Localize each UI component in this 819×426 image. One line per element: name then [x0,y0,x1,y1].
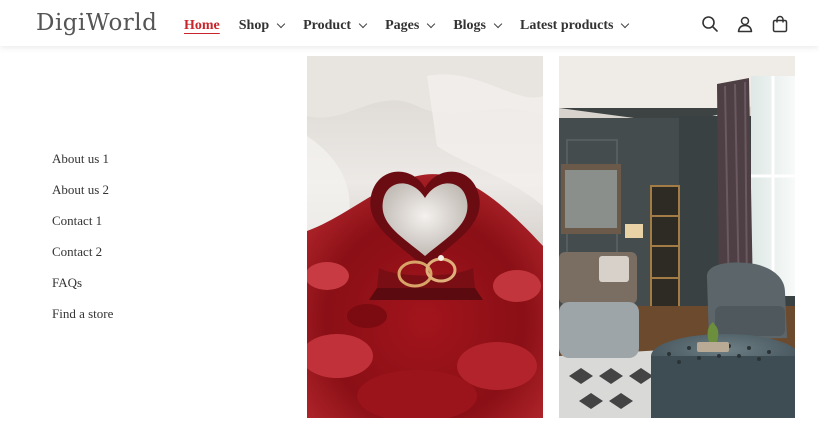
nav-label: Shop [238,18,270,33]
link-contact-2[interactable]: Contact 2 [52,243,113,274]
footer-links-menu: About us 1 About us 2 Contact 1 Contact … [52,150,113,336]
nav-pages[interactable]: Pages [385,16,436,36]
nav-label: Product [303,18,352,33]
nav-latest-products[interactable]: Latest products [520,16,630,36]
header-icons [700,14,805,34]
link-find-a-store[interactable]: Find a store [52,305,113,336]
site-logo[interactable]: DigiWorld [36,10,157,36]
cart-icon[interactable] [770,14,790,34]
main-nav: Home Shop Product Pages Blogs Latest pro… [184,16,647,36]
nav-label: Pages [385,18,420,33]
nav-label: Latest products [520,18,614,33]
account-icon[interactable] [735,14,755,34]
chevron-down-icon [493,19,503,29]
ring-box-photo[interactable] [307,56,543,418]
nav-shop[interactable]: Shop [238,16,286,36]
link-faqs[interactable]: FAQs [52,274,113,305]
chevron-down-icon [358,19,368,29]
search-icon[interactable] [700,14,720,34]
link-about-us-2[interactable]: About us 2 [52,181,113,212]
link-contact-1[interactable]: Contact 1 [52,212,113,243]
nav-blogs[interactable]: Blogs [453,16,503,36]
chevron-down-icon [621,19,630,29]
nav-label: Blogs [453,18,486,33]
chevron-down-icon [427,19,436,29]
link-about-us-1[interactable]: About us 1 [52,150,113,181]
site-header: DigiWorld Home Shop Product Pages Blogs … [0,0,819,46]
nav-home[interactable]: Home [184,16,220,36]
chevron-down-icon [276,19,286,29]
nav-product[interactable]: Product [303,16,368,36]
living-room-photo[interactable] [559,56,795,418]
nav-label: Home [184,18,220,33]
